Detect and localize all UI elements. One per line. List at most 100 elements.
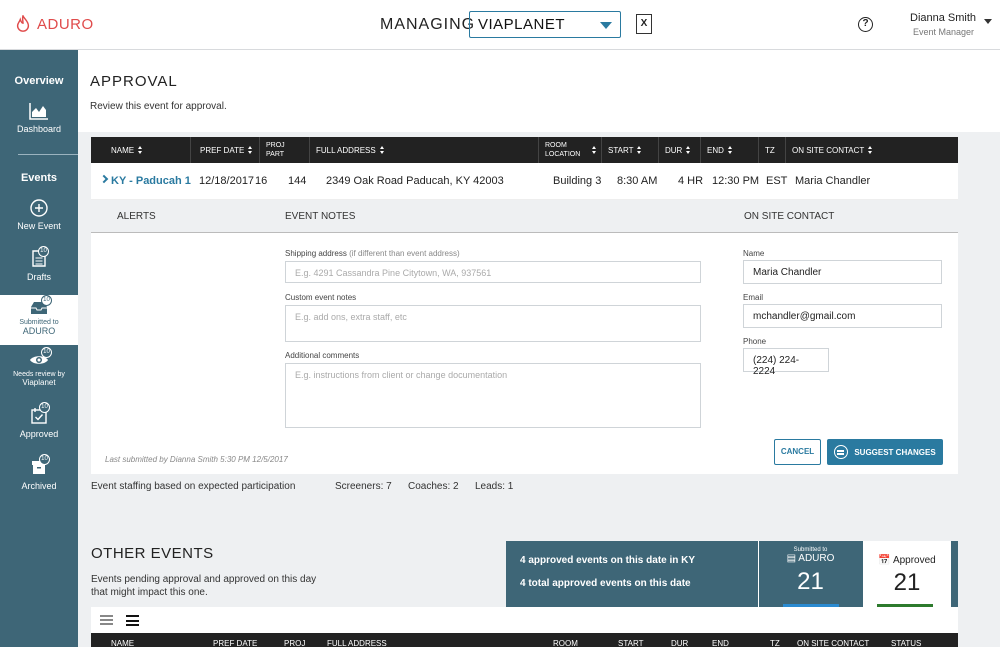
event-name[interactable]: KY - Paducah 1 xyxy=(111,175,191,187)
on-site-contact-heading: ON SITE CONTACT xyxy=(744,211,835,222)
sidebar-item-label: Submitted to xyxy=(19,319,59,326)
column-header-dur[interactable]: DUR xyxy=(659,137,701,163)
organization-select[interactable]: VIAPLANET xyxy=(469,11,621,38)
sidebar-item-label-strong: Viaplanet xyxy=(22,378,56,387)
submitted-stat-tab[interactable]: Submitted to ▤ ADURO 21 xyxy=(758,541,862,607)
event-address: 2349 Oak Road Paducah, KY 42003 xyxy=(326,175,504,187)
sidebar-item-approved[interactable]: 10 Approved xyxy=(0,402,78,439)
event-timezone: EST xyxy=(766,175,788,187)
column-header-name[interactable]: NAME xyxy=(111,639,134,647)
column-header-tz[interactable]: TZ xyxy=(770,639,780,647)
sort-icon xyxy=(138,146,143,154)
contact-email-label: Email xyxy=(743,293,764,302)
column-header-label: END xyxy=(707,145,724,155)
approved-stat-label: 📅 Approved xyxy=(863,555,951,566)
column-header-dur[interactable]: DUR xyxy=(671,639,688,647)
managing-label: MANAGING xyxy=(380,16,476,33)
other-events-subtitle: Events pending approval and approved on … xyxy=(91,574,317,598)
contact-email-input[interactable]: mchandler@gmail.com xyxy=(743,304,942,328)
shipping-address-input[interactable]: E.g. 4291 Cassandra Pine Citytown, WA, 9… xyxy=(285,261,701,283)
needs-review-count-badge: 10 xyxy=(41,347,52,358)
sort-icon xyxy=(248,146,253,154)
sidebar-item-archived[interactable]: 10 Archived xyxy=(0,454,78,491)
caret-down-icon[interactable] xyxy=(984,19,992,24)
column-header-full-address[interactable]: FULL ADDRESS xyxy=(327,639,387,647)
sidebar-item-new-event[interactable]: New Event xyxy=(0,199,78,231)
column-header-end[interactable]: END xyxy=(701,137,759,163)
aduro-logo[interactable]: ADURO xyxy=(14,15,94,33)
cancel-button[interactable]: CANCEL xyxy=(774,439,821,465)
user-menu[interactable]: Dianna Smith Event Manager xyxy=(910,12,976,37)
sidebar-item-dashboard[interactable]: Dashboard xyxy=(0,102,78,134)
stat-approved-in-state: 4 approved events on this date in KY xyxy=(520,555,696,566)
sidebar-item-submitted[interactable]: 10 Submitted to ADURO xyxy=(0,295,78,345)
suggest-changes-button[interactable]: SUGGEST CHANGES xyxy=(827,439,943,465)
approved-stat-tab[interactable]: 📅 Approved 21 xyxy=(863,541,951,607)
other-events-stats: 4 approved events on this date in KY 4 t… xyxy=(506,541,958,607)
contact-phone-label: Phone xyxy=(743,337,767,346)
column-header-on-site-contact[interactable]: ON SITE CONTACT xyxy=(797,639,869,647)
submitted-stat-count: 21 xyxy=(797,568,824,595)
event-proj-part: 144 xyxy=(288,175,307,187)
approved-stat-label-text: Approved xyxy=(892,555,936,566)
contact-name-input[interactable]: Maria Chandler xyxy=(743,260,942,284)
expanded-list-icon[interactable] xyxy=(126,615,139,626)
submitted-count-badge: 10 xyxy=(41,295,52,306)
chevron-down-icon[interactable] xyxy=(99,174,109,184)
events-table-header: NAME PREF DATE PROJ PART FULL ADDRESS ROO… xyxy=(91,137,958,163)
sort-icon xyxy=(379,146,385,154)
column-header-room-location[interactable]: ROOM LOCATION xyxy=(539,137,602,163)
column-header-label-line: LOCATION xyxy=(545,151,581,158)
contact-phone-input[interactable]: (224) 224-2224 xyxy=(743,348,829,377)
column-header-pref-date[interactable]: PREF DATE xyxy=(213,639,257,647)
column-header-proj[interactable]: PROJ xyxy=(284,639,305,647)
sidebar-item-label: Archived xyxy=(21,481,57,491)
sidebar-item-drafts[interactable]: 10 Drafts xyxy=(0,246,78,282)
compact-list-icon[interactable] xyxy=(100,615,113,625)
sidebar-item-label: Needs review by xyxy=(13,371,65,378)
document-icon: 10 xyxy=(31,246,49,268)
column-header-start[interactable]: START xyxy=(602,137,659,163)
shipping-address-label: Shipping address (if different than even… xyxy=(285,249,460,258)
field-label-hint: (if different than event address) xyxy=(349,249,460,258)
sidebar-section-overview: Overview xyxy=(14,75,64,87)
table-row[interactable]: KY - Paducah 1 12/18/2017 16 144 2349 Oa… xyxy=(91,163,958,199)
sidebar-item-needs-review[interactable]: 10 Needs review by Viaplanet xyxy=(0,347,78,387)
help-icon[interactable]: ? xyxy=(858,17,873,32)
field-label-text: Shipping address xyxy=(285,249,347,258)
column-header-full-address[interactable]: FULL ADDRESS xyxy=(310,137,539,163)
column-header-label: DUR xyxy=(665,145,683,155)
calendar-check-icon: 10 xyxy=(31,402,50,425)
page-subtitle: Review this event for approval. xyxy=(90,101,227,112)
event-duration: 4 HR xyxy=(678,175,704,187)
approved-count-badge: 10 xyxy=(39,402,50,413)
column-header-pref-date[interactable]: PREF DATE xyxy=(194,137,260,163)
column-header-on-site-contact[interactable]: ON SITE CONTACT xyxy=(786,137,958,163)
column-header-room[interactable]: ROOM xyxy=(553,639,578,647)
column-header-name[interactable]: NAME xyxy=(91,137,191,163)
sidebar-item-label-strong: ADURO xyxy=(22,326,56,336)
last-submitted-note: Last submitted by Dianna Smith 5:30 PM 1… xyxy=(105,455,288,464)
column-header-label: FULL ADDRESS xyxy=(316,145,376,155)
column-header-start[interactable]: START xyxy=(618,639,643,647)
other-events-title: OTHER EVENTS xyxy=(91,545,214,562)
excel-export-icon[interactable]: X xyxy=(636,14,652,34)
event-pref-date: 12/18/2017 16 xyxy=(199,175,268,187)
page-title: APPROVAL xyxy=(90,73,178,90)
sort-icon xyxy=(637,146,642,154)
column-header-status[interactable]: STATUS xyxy=(891,639,921,647)
archived-count-badge: 10 xyxy=(39,454,50,465)
column-header-proj-part[interactable]: PROJ PART xyxy=(260,137,310,163)
event-end: 12:30 PM xyxy=(712,175,760,187)
column-header-end[interactable]: END xyxy=(712,639,729,647)
suggest-changes-icon xyxy=(834,445,849,459)
chart-area-icon xyxy=(29,103,48,120)
event-start: 8:30 AM xyxy=(617,175,658,187)
column-header-tz[interactable]: TZ xyxy=(759,137,786,163)
flame-icon xyxy=(16,15,30,32)
column-header-label-line: PART xyxy=(266,151,285,158)
inbox-icon: 10 xyxy=(30,295,52,317)
leads-count: Leads: 1 xyxy=(475,481,514,492)
additional-comments-input[interactable]: E.g. instructions from client or change … xyxy=(285,363,701,428)
custom-notes-input[interactable]: E.g. add ons, extra staff, etc xyxy=(285,305,701,342)
